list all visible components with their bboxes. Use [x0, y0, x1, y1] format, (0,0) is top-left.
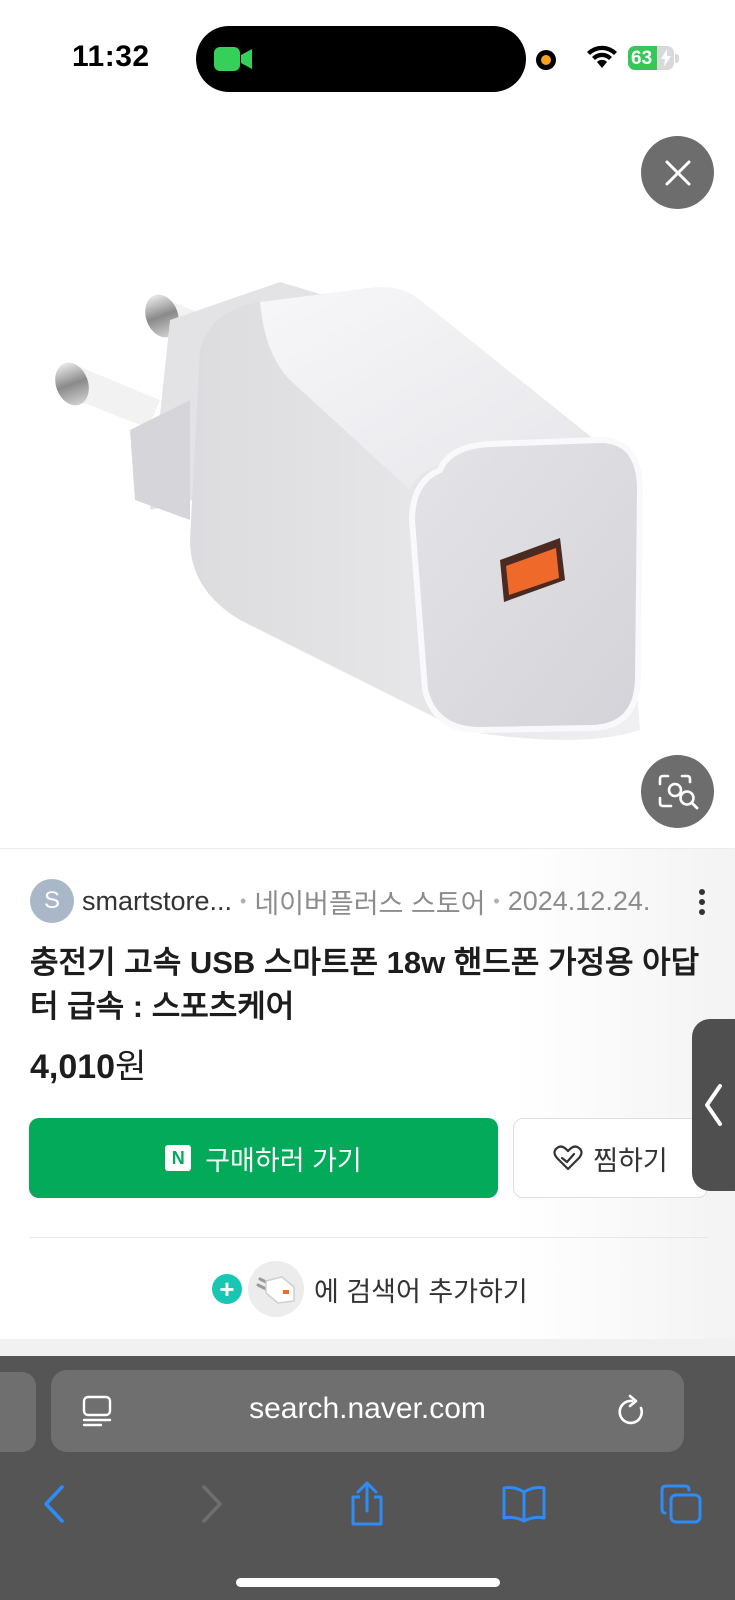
status-bar: 11:32 63 — [0, 0, 735, 110]
buy-button[interactable]: N 구매하러 가기 — [29, 1118, 498, 1198]
product-image[interactable] — [40, 260, 680, 760]
wishlist-button[interactable]: 찜하기 — [513, 1118, 708, 1198]
battery-level: 63 — [631, 48, 653, 69]
more-options-icon[interactable] — [698, 888, 706, 916]
bookmarks-button[interactable] — [494, 1474, 554, 1534]
share-button[interactable] — [337, 1474, 397, 1534]
close-icon — [665, 160, 690, 185]
dynamic-island — [196, 26, 526, 92]
tabs-icon — [660, 1484, 702, 1524]
separator-dot: • — [493, 890, 500, 911]
product-price: 4,010원 — [30, 1039, 146, 1088]
image-viewer — [0, 110, 735, 848]
browser-nav-row — [0, 1474, 735, 1534]
keyword-thumbnail — [248, 1261, 304, 1317]
browser-toolbar: search.naver.com — [0, 1356, 735, 1600]
tabs-button[interactable] — [651, 1474, 711, 1534]
buy-button-label: 구매하러 가기 — [205, 1145, 362, 1176]
separator-dot: • — [240, 890, 247, 911]
add-keyword-label: 에 검색어 추가하기 — [314, 1276, 528, 1307]
visual-search-button[interactable] — [641, 755, 714, 828]
content-bottom-gap — [0, 1339, 735, 1356]
address-bar[interactable]: search.naver.com — [51, 1370, 684, 1452]
battery-cap — [675, 54, 679, 63]
facetime-camera-icon — [214, 47, 252, 71]
result-info-panel: S smartstore... • 네이버플러스 스토어 • 2024.12.2… — [0, 849, 735, 1339]
back-icon — [44, 1485, 64, 1523]
bookmarks-icon — [502, 1486, 546, 1523]
close-button[interactable] — [641, 136, 714, 209]
chevron-left-icon — [705, 1084, 722, 1126]
battery-indicator: 63 — [628, 46, 674, 70]
add-search-keyword[interactable]: + 에 검색어 추가하기 — [212, 1259, 528, 1319]
source-avatar: S — [30, 879, 74, 923]
status-time: 11:32 — [72, 40, 150, 73]
visual-search-icon — [658, 774, 698, 809]
heart-check-icon — [553, 1145, 583, 1171]
charging-bolt-icon — [661, 49, 671, 67]
store-name: 네이버플러스 스토어 — [254, 888, 486, 919]
plus-icon: + — [212, 1274, 242, 1304]
forward-button[interactable] — [182, 1474, 242, 1534]
price-unit: 원 — [115, 1048, 147, 1086]
divider — [29, 1237, 708, 1238]
source-row[interactable]: S smartstore... • 네이버플러스 스토어 • 2024.12.2… — [30, 879, 720, 923]
back-button[interactable] — [24, 1474, 84, 1534]
naver-n-icon: N — [165, 1145, 192, 1171]
result-date: 2024.12.24. — [507, 885, 651, 916]
forward-icon — [202, 1485, 222, 1523]
wishlist-label: 찜하기 — [593, 1145, 668, 1176]
recording-dot-icon — [536, 50, 556, 70]
price-amount: 4,010 — [30, 1048, 116, 1086]
side-panel-handle[interactable] — [692, 1019, 735, 1191]
previous-tab-peek[interactable] — [0, 1372, 36, 1452]
home-indicator — [236, 1578, 500, 1587]
source-site[interactable]: smartstore... — [82, 886, 232, 917]
url-text[interactable]: search.naver.com — [51, 1392, 684, 1426]
share-icon — [351, 1481, 383, 1526]
wifi-icon — [587, 45, 617, 68]
reload-icon[interactable] — [617, 1394, 647, 1428]
charger-thumbnail-icon — [256, 1276, 295, 1304]
product-title[interactable]: 충전기 고속 USB 스마트폰 18w 핸드폰 가정용 아답터 급속 : 스포츠… — [30, 941, 710, 1029]
